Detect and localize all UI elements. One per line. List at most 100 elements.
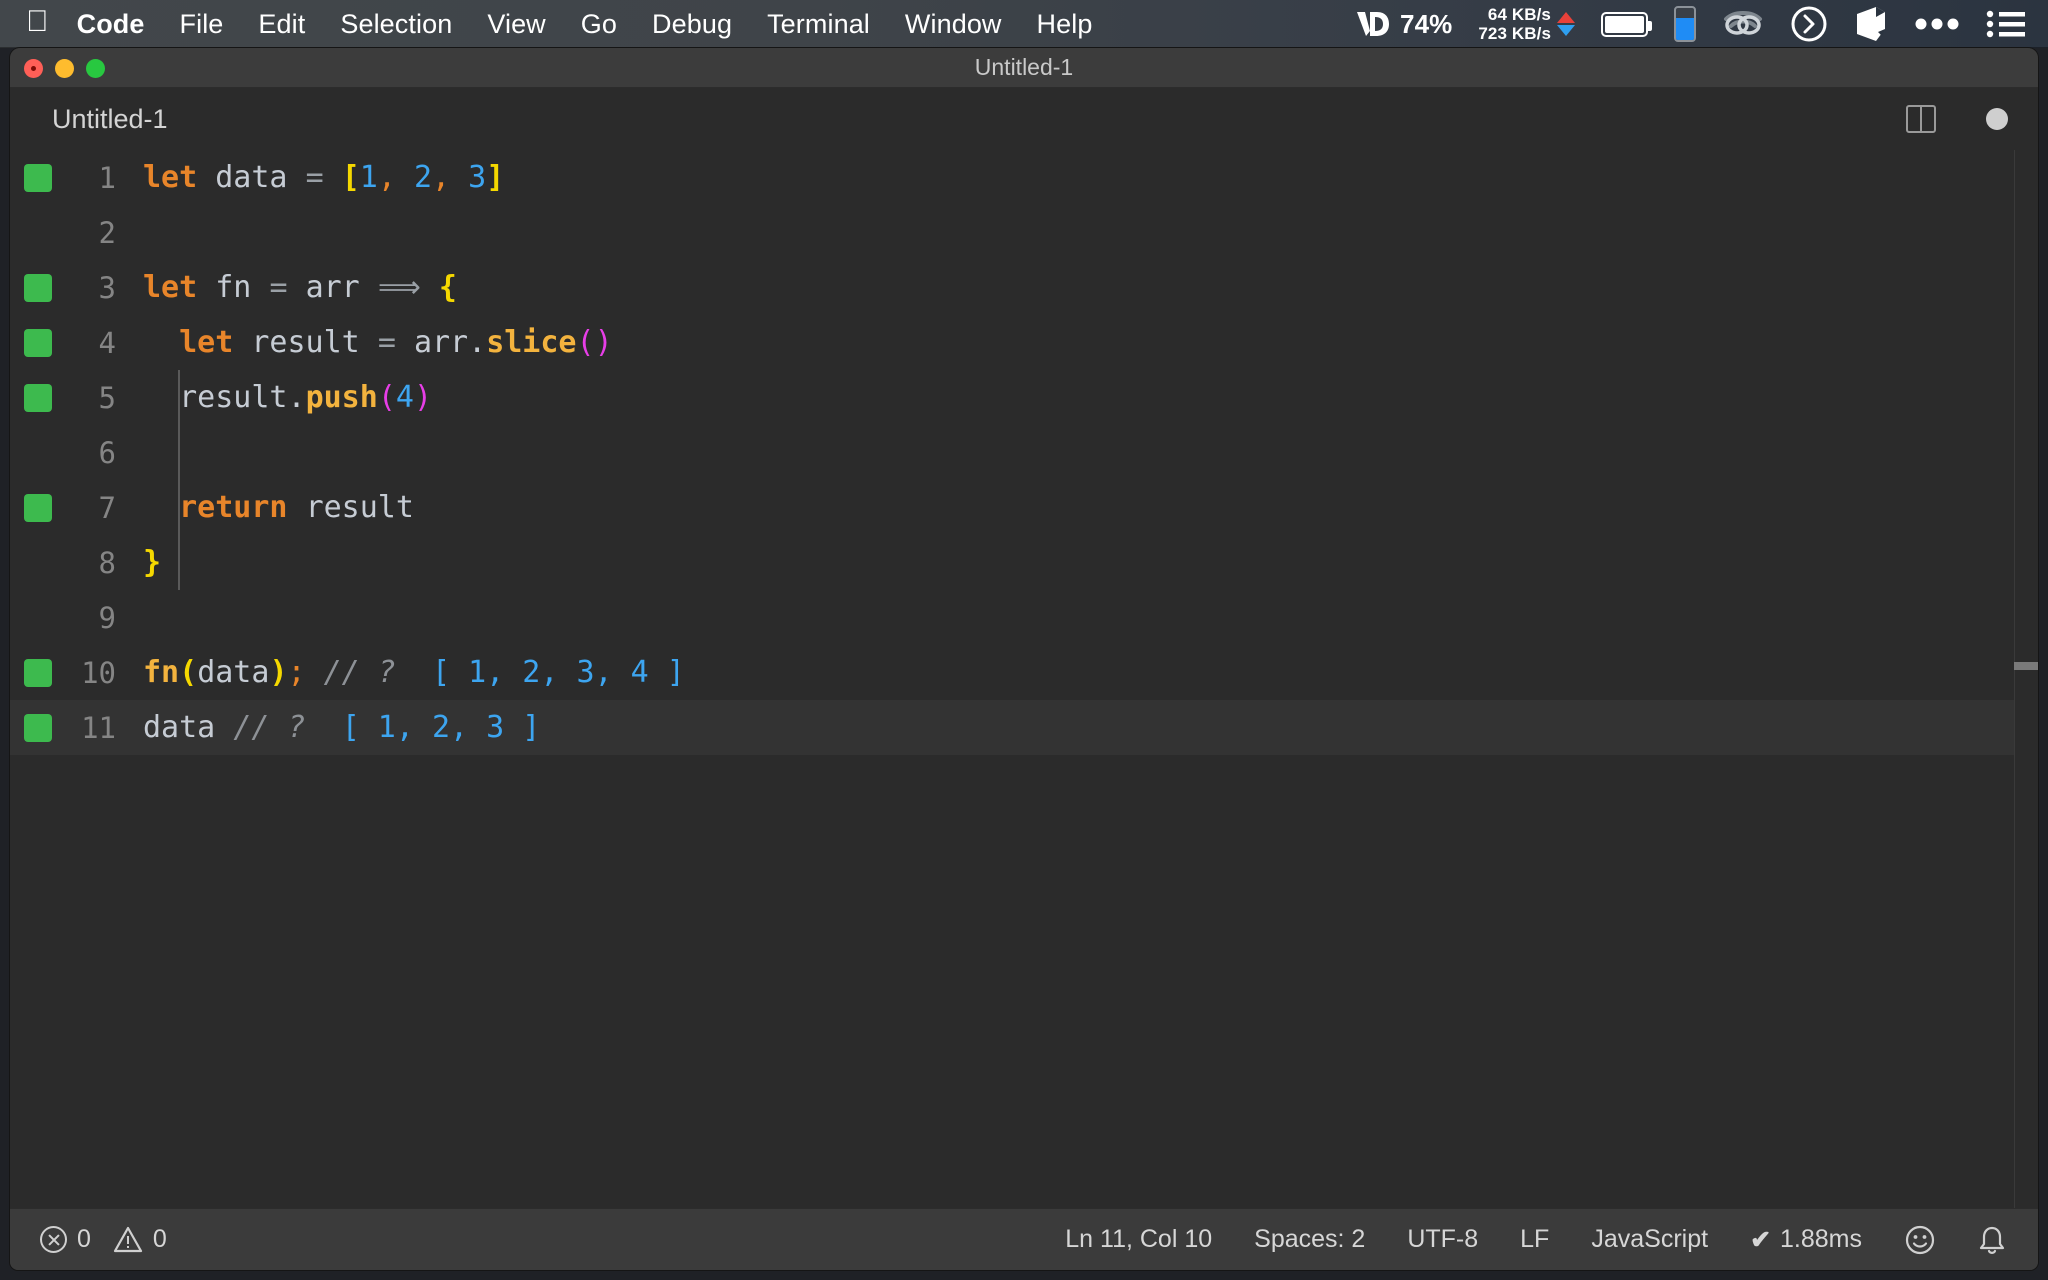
arrow-up-icon [1557,12,1575,23]
token: fn [143,655,180,690]
mac-menu-bar:  Code File Edit Selection View Go Debug… [0,0,2048,48]
menu-item-terminal[interactable]: Terminal [767,9,870,40]
status-language-mode[interactable]: JavaScript [1591,1225,1708,1254]
line-number: 2 [98,215,116,250]
code-editor[interactable]: 1 let data = [1, 2, 3] 2 3 let fn = arr ⟹ {4… [10,150,2038,1208]
line-number: 8 [98,545,116,580]
code-line-10[interactable]: 10 fn(data); // ? [ 1, 2, 3, 4 ] [10,645,2038,700]
menu-item-file[interactable]: File [180,9,224,40]
line-number: 6 [98,435,116,470]
code-line-1[interactable]: 1 let data = [1, 2, 3] [10,150,2038,205]
tray-blue-level[interactable] [1674,6,1696,42]
split-editor-icon[interactable] [1906,105,1936,133]
code-line-9[interactable]: 9 [10,590,2038,645]
editor-scrollbar[interactable] [2014,150,2038,1208]
menu-item-code[interactable]: Code [77,9,145,40]
token: fn [215,270,252,305]
token: = [305,160,324,195]
status-notifications[interactable] [1978,1224,2006,1256]
coverage-marker [24,493,52,522]
token: ; [287,655,306,690]
code-line-4[interactable]: 4 let result = arr.slice() [10,315,2038,370]
token: 4 [395,380,414,415]
editor-window: Untitled-1 Untitled-1 1 let data = [1, 2,… [10,48,2038,1270]
status-indentation[interactable]: Spaces: 2 [1254,1225,1365,1254]
code-line-6[interactable]: 6 [10,425,2038,480]
tab-untitled-1[interactable]: Untitled-1 [52,104,168,135]
token: push [305,380,378,415]
status-cursor-position[interactable]: Ln 11, Col 10 [1065,1225,1212,1254]
line-source: result.push(4) [143,380,432,415]
runtime-check-icon: ✔ [1750,1225,1772,1254]
menu-item-help[interactable]: Help [1037,9,1093,40]
network-download-rate: 723 KB/s [1478,24,1551,43]
token: [ [341,160,360,195]
vd-battery-percent: 74% [1400,8,1453,39]
apple-menu-icon[interactable]:  [26,7,49,37]
menu-item-window[interactable]: Window [905,9,1002,40]
code-line-8[interactable]: 8} [10,535,2038,590]
code-line-11[interactable]: 11 data // ? [ 1, 2, 3 ] [10,700,2038,755]
close-button[interactable] [24,59,43,78]
tray-clock[interactable] [1790,5,1828,43]
menu-item-debug[interactable]: Debug [652,9,732,40]
menu-item-selection[interactable]: Selection [340,9,452,40]
code-line-5[interactable]: 5 result.push(4) [10,370,2038,425]
token: arr [413,325,469,360]
error-count: 0 [77,1225,91,1253]
status-right-group: Ln 11, Col 10 Spaces: 2 UTF-8 LF JavaScr… [1023,1224,2006,1256]
code-line-3[interactable]: 3 let fn = arr ⟹ { [10,260,2038,315]
token: result [251,325,360,360]
token: slice [486,325,577,360]
menu-item-go[interactable]: Go [581,9,617,40]
token: ⟹ [377,270,421,305]
token: ] [486,160,505,195]
status-eol[interactable]: LF [1520,1225,1549,1254]
blue-level-icon [1674,6,1696,42]
minimize-button[interactable] [55,59,74,78]
code-line-2[interactable]: 2 [10,205,2038,260]
menu-item-edit[interactable]: Edit [258,9,305,40]
line-source: return result [143,490,414,525]
status-feedback[interactable] [1904,1224,1936,1256]
line-source: fn(data); // ? [ 1, 2, 3, 4 ] [143,655,685,690]
token: // ? [233,710,306,745]
token: data [215,160,288,195]
token: ( [576,325,595,360]
coverage-marker [24,328,52,357]
zoom-button[interactable] [86,59,105,78]
token: 3 [468,160,487,195]
code-line-7[interactable]: 7 return result [10,480,2038,535]
network-upload-rate: 64 KB/s [1487,5,1551,24]
bell-icon [1979,1226,2005,1254]
status-runtime[interactable]: ✔ 1.88ms [1750,1225,1862,1255]
battery-icon [1601,11,1652,37]
tray-wifi[interactable] [1722,7,1764,41]
unsaved-dot-icon[interactable] [1986,108,2008,130]
token: [ 1, 2, 3, 4 ] [432,655,685,690]
tray-list[interactable] [1986,9,2026,39]
editor-tab-bar: Untitled-1 [10,88,2038,150]
status-encoding[interactable]: UTF-8 [1407,1225,1478,1254]
tray-vd-battery[interactable]: 74% [1355,9,1452,40]
tray-battery[interactable] [1601,11,1652,37]
scrollbar-thumb[interactable] [2014,662,2038,670]
tray-ellipsis[interactable] [1914,17,1960,31]
status-bar: 0 0 Ln 11, Col 10 Spaces: 2 UTF-8 LF Jav… [10,1208,2038,1270]
menu-item-view[interactable]: View [487,9,545,40]
coverage-marker [24,163,52,192]
token: ) [594,325,613,360]
status-problems[interactable]: 0 0 [40,1225,167,1254]
tray-cube[interactable] [1854,5,1888,43]
tray-network-rates[interactable]: 64 KB/s 723 KB/s [1478,5,1575,43]
code-lines: 1 let data = [1, 2, 3] 2 3 let fn = arr ⟹ {4… [10,150,2038,755]
